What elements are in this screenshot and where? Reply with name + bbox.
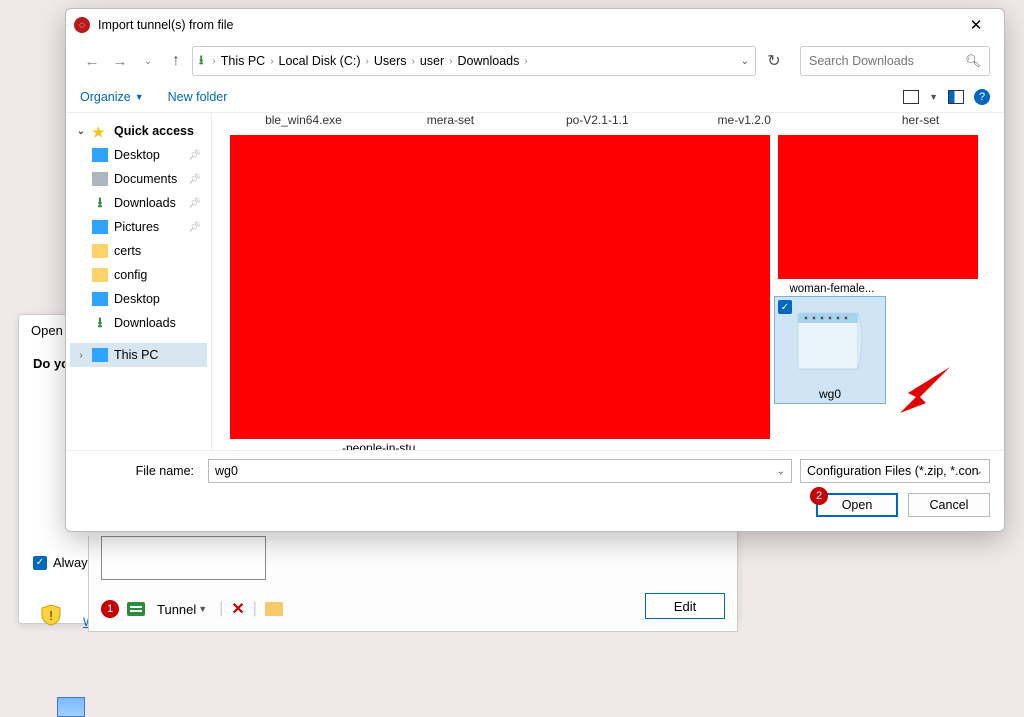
crumb-downloads[interactable]: Downloads (458, 54, 520, 68)
notepad-file-icon (788, 307, 872, 379)
help-button[interactable]: ? (974, 89, 990, 105)
add-tunnel-dropdown[interactable]: Tunnel ▼ (153, 601, 211, 618)
pin-icon: 📌︎ (188, 198, 201, 209)
view-mode-button[interactable] (903, 90, 919, 104)
file-row-labels: ble_win64.exe mera-set po-V2.1-1.1 me-v1… (230, 113, 994, 127)
bg-thumbnail-icon (57, 697, 85, 717)
folder-icon (92, 244, 108, 258)
crumb-this-pc[interactable]: This PC (221, 54, 265, 68)
filename-input[interactable]: wg0 ⌄ (208, 459, 792, 483)
folder-icon[interactable] (265, 602, 283, 616)
open-file-dialog: ◌ Import tunnel(s) from file ✕ ← → ⌄ ↑ ⭳… (65, 8, 1005, 532)
sidebar-item-certs[interactable]: certs (70, 239, 207, 263)
pin-icon: 📌︎ (188, 222, 201, 233)
document-icon (92, 172, 108, 186)
file-list-area[interactable]: ble_win64.exe mera-set po-V2.1-1.1 me-v1… (212, 113, 1004, 450)
pc-icon (92, 348, 108, 362)
sidebar-item-documents[interactable]: Documents 📌︎ (70, 167, 207, 191)
desktop-icon (92, 148, 108, 162)
chevron-down-icon[interactable]: ⌄ (975, 466, 983, 477)
search-input[interactable]: Search Downloads 🔍︎ (800, 46, 990, 76)
nav-row: ← → ⌄ ↑ ⭳ › This PC› Local Disk (C:)› Us… (66, 41, 1004, 81)
breadcrumb[interactable]: ⭳ › This PC› Local Disk (C:)› Users› use… (192, 46, 756, 76)
bg-always-checkbox-row[interactable]: ✓ Alway (33, 555, 88, 570)
bg-question: Do yo (33, 356, 69, 371)
wireguard-app-icon: ◌ (74, 17, 90, 33)
file-label-woman[interactable]: woman-female... (782, 283, 882, 295)
star-icon: ★ (92, 124, 108, 138)
redacted-block (230, 135, 770, 439)
annotation-arrow-icon (890, 367, 950, 418)
filename-label: File name: (80, 464, 200, 478)
crumb-c[interactable]: Local Disk (C:) (279, 54, 361, 68)
pictures-icon (92, 220, 108, 234)
sidebar-item-this-pc[interactable]: › This PC (70, 343, 207, 367)
cancel-button[interactable]: Cancel (908, 493, 990, 517)
chevron-down-icon: ▼ (198, 604, 207, 614)
pin-icon: 📌︎ (188, 150, 201, 161)
new-folder-button[interactable]: New folder (168, 90, 228, 104)
svg-text:!: ! (49, 608, 53, 623)
chevron-down-icon: ⌄ (76, 126, 86, 137)
filetype-combo[interactable]: Configuration Files (*.zip, *.con ⌄ (800, 459, 990, 483)
check-icon: ✓ (33, 556, 47, 570)
bg-always-label: Alway (53, 555, 88, 570)
crumb-user[interactable]: user (420, 54, 444, 68)
preview-pane-button[interactable] (948, 90, 964, 104)
dialog-title: Import tunnel(s) from file (98, 18, 233, 32)
sidebar-item-downloads[interactable]: ⭳ Downloads 📌︎ (70, 191, 207, 215)
sidebar-item-desktop[interactable]: Desktop 📌︎ (70, 143, 207, 167)
annotation-badge-1: 1 (101, 600, 119, 618)
delete-tunnel-button[interactable]: ✕ (231, 599, 244, 619)
file-label-people[interactable]: -people-in-stu... (342, 441, 425, 450)
edit-button[interactable]: Edit (645, 593, 725, 619)
open-button[interactable]: Open (816, 493, 898, 517)
annotation-badge-2: 2 (810, 487, 828, 505)
redacted-block (778, 135, 978, 279)
sidebar-quick-access[interactable]: ⌄ ★ Quick access (70, 119, 207, 143)
pin-icon: 📌︎ (188, 174, 201, 185)
recent-dropdown-icon[interactable]: ⌄ (136, 56, 160, 67)
titlebar: ◌ Import tunnel(s) from file ✕ (66, 9, 1004, 41)
sidebar-item-pictures[interactable]: Pictures 📌︎ (70, 215, 207, 239)
folder-icon (92, 268, 108, 282)
forward-button[interactable]: → (108, 53, 132, 70)
chevron-down-icon[interactable]: ⌄ (741, 56, 749, 67)
up-button[interactable]: ↑ (164, 52, 188, 70)
chevron-down-icon[interactable]: ⌄ (777, 466, 785, 477)
shield-warning-icon: ! (40, 604, 62, 632)
chevron-right-icon: › (76, 350, 86, 361)
tunnel-manager-bar: 1 Tunnel ▼ | ✕ | Edit (88, 536, 738, 632)
download-icon: ⭳ (92, 316, 108, 330)
desktop-icon (92, 292, 108, 306)
back-button[interactable]: ← (80, 53, 104, 70)
download-icon: ⭳ (92, 196, 108, 210)
toolbar: Organize ▼ New folder ▼ ? (66, 81, 1004, 113)
downloads-icon: ⭳ (199, 51, 203, 72)
chevron-down-icon[interactable]: ▼ (929, 92, 938, 102)
file-label-wg0[interactable]: wg0 (774, 387, 886, 401)
search-icon: 🔍︎ (965, 54, 981, 69)
sidebar-item-config[interactable]: config (70, 263, 207, 287)
chevron-down-icon: ▼ (135, 92, 144, 102)
close-button[interactable]: ✕ (956, 16, 996, 34)
crumb-users[interactable]: Users (374, 54, 407, 68)
sidebar: ⌄ ★ Quick access Desktop 📌︎ Documents 📌︎… (66, 113, 212, 450)
sidebar-item-desktop2[interactable]: Desktop (70, 287, 207, 311)
tunnel-icon (127, 602, 145, 616)
refresh-button[interactable]: ↻ (760, 51, 788, 71)
organize-menu[interactable]: Organize ▼ (80, 90, 144, 104)
log-box (101, 536, 266, 580)
dialog-footer: File name: wg0 ⌄ Configuration Files (*.… (66, 450, 1004, 531)
sidebar-item-downloads2[interactable]: ⭳ Downloads (70, 311, 207, 335)
